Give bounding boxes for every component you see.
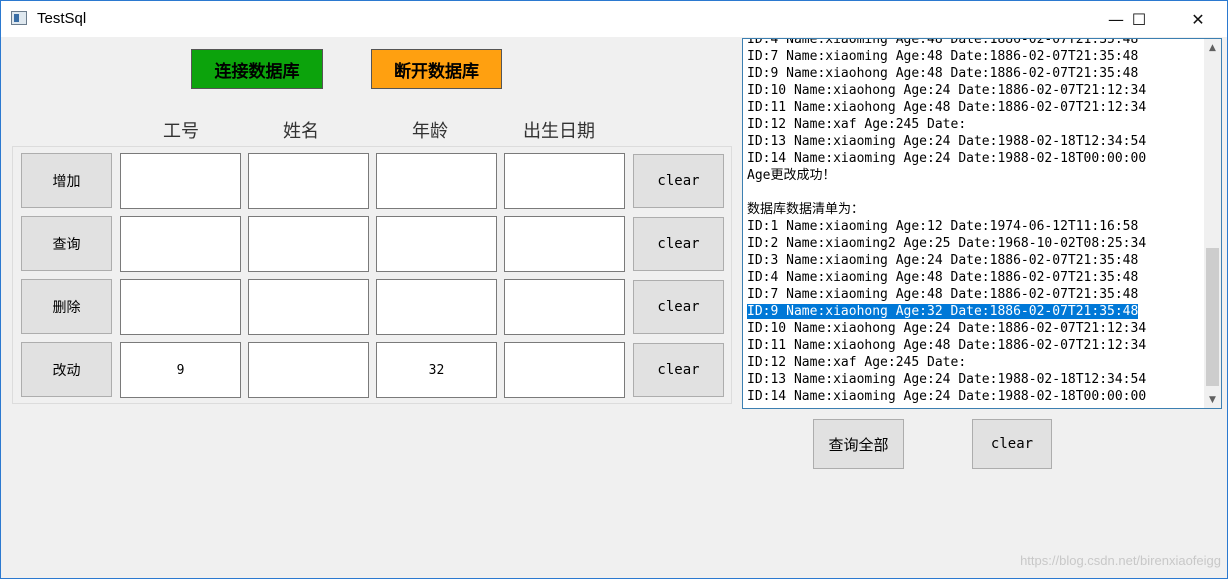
- header-age: 年龄: [412, 121, 448, 142]
- log-line: ID:4 Name:xiaoming Age:48 Date:1886-02-0…: [747, 270, 1139, 285]
- query-birthdate-field[interactable]: [504, 216, 625, 272]
- log-line: ID:13 Name:xiaoming Age:24 Date:1988-02-…: [747, 372, 1147, 387]
- scroll-down-icon[interactable]: ▼: [1204, 391, 1221, 408]
- log-line: ID:9 Name:xiaohong Age:48 Date:1886-02-0…: [747, 66, 1139, 81]
- log-line: ID:11 Name:xiaohong Age:48 Date:1886-02-…: [747, 100, 1147, 115]
- log-line: ID:14 Name:xiaoming Age:24 Date:1988-02-…: [747, 389, 1147, 404]
- log-line: ID:1 Name:xiaoming Age:12 Date:1974-06-1…: [747, 219, 1139, 234]
- log-line: ID:4 Name:xiaoming Age:48 Date:1886-02-0…: [747, 38, 1139, 47]
- log-line: ID:7 Name:xiaoming Age:48 Date:1886-02-0…: [747, 49, 1139, 64]
- scrollbar-thumb[interactable]: [1206, 248, 1219, 386]
- close-button[interactable]: ✕: [1175, 1, 1221, 37]
- log-line: ID:7 Name:xiaoming Age:48 Date:1886-02-0…: [747, 287, 1139, 302]
- vertical-scrollbar[interactable]: ▲ ▼: [1204, 39, 1221, 408]
- delete-birthdate-field[interactable]: [504, 279, 625, 335]
- log-line: ID:10 Name:xiaohong Age:24 Date:1886-02-…: [747, 321, 1147, 336]
- log-line: 数据库数据清单为：: [747, 202, 865, 217]
- update-name-field[interactable]: [248, 342, 369, 398]
- log-line: ID:13 Name:xiaoming Age:24 Date:1988-02-…: [747, 134, 1147, 149]
- window-title: TestSql: [37, 10, 87, 27]
- delete-button[interactable]: 删除: [21, 279, 112, 334]
- disconnect-db-button[interactable]: 断开数据库: [371, 49, 502, 89]
- connect-db-button[interactable]: 连接数据库: [191, 49, 323, 89]
- add-clear-button[interactable]: clear: [633, 154, 724, 208]
- add-name-field[interactable]: [248, 153, 369, 209]
- header-id: 工号: [163, 121, 199, 142]
- update-clear-button[interactable]: clear: [633, 343, 724, 397]
- watermark: https://blog.csdn.net/birenxiaofeigg: [1020, 553, 1221, 568]
- log-line: ID:9 Name:xiaohong Age:32 Date:1886-02-0…: [747, 304, 1139, 319]
- header-name: 姓名: [283, 121, 319, 142]
- log-line: ID:11 Name:xiaohong Age:48 Date:1886-02-…: [747, 338, 1147, 353]
- query-id-field[interactable]: [120, 216, 241, 272]
- add-id-field[interactable]: [120, 153, 241, 209]
- update-age-field[interactable]: 32: [376, 342, 497, 398]
- log-line: ID:12 Name:xaf Age:245 Date:: [747, 117, 967, 132]
- delete-clear-button[interactable]: clear: [633, 280, 724, 334]
- log-output[interactable]: ID:4 Name:xiaoming Age:48 Date:1886-02-0…: [742, 38, 1222, 409]
- update-id-field[interactable]: 9: [120, 342, 241, 398]
- log-clear-button[interactable]: clear: [972, 419, 1052, 469]
- query-clear-button[interactable]: clear: [633, 217, 724, 271]
- app-window: TestSql — ☐ ✕ 连接数据库 断开数据库 工号 姓名 年龄 出生日期 …: [0, 0, 1228, 579]
- query-button[interactable]: 查询: [21, 216, 112, 271]
- query-name-field[interactable]: [248, 216, 369, 272]
- delete-age-field[interactable]: [376, 279, 497, 335]
- app-icon: [11, 11, 27, 25]
- delete-name-field[interactable]: [248, 279, 369, 335]
- maximize-button[interactable]: ☐: [1116, 1, 1162, 37]
- query-age-field[interactable]: [376, 216, 497, 272]
- add-button[interactable]: 增加: [21, 153, 112, 208]
- log-line: ID:10 Name:xiaohong Age:24 Date:1886-02-…: [747, 83, 1147, 98]
- header-birthdate: 出生日期: [523, 121, 595, 142]
- query-all-button[interactable]: 查询全部: [813, 419, 904, 469]
- title-bar: TestSql — ☐ ✕: [1, 1, 1227, 37]
- log-line: ID:14 Name:xiaoming Age:24 Date:1988-02-…: [747, 151, 1147, 166]
- update-birthdate-field[interactable]: [504, 342, 625, 398]
- add-birthdate-field[interactable]: [504, 153, 625, 209]
- update-button[interactable]: 改动: [21, 342, 112, 397]
- add-age-field[interactable]: [376, 153, 497, 209]
- scroll-up-icon[interactable]: ▲: [1204, 39, 1221, 56]
- log-line: ID:2 Name:xiaoming2 Age:25 Date:1968-10-…: [747, 236, 1147, 251]
- log-line: Age更改成功！: [747, 168, 836, 183]
- log-lines: ID:4 Name:xiaoming Age:48 Date:1886-02-0…: [747, 38, 1202, 405]
- log-line: ID:3 Name:xiaoming Age:24 Date:1886-02-0…: [747, 253, 1139, 268]
- delete-id-field[interactable]: [120, 279, 241, 335]
- log-line: ID:12 Name:xaf Age:245 Date:: [747, 355, 967, 370]
